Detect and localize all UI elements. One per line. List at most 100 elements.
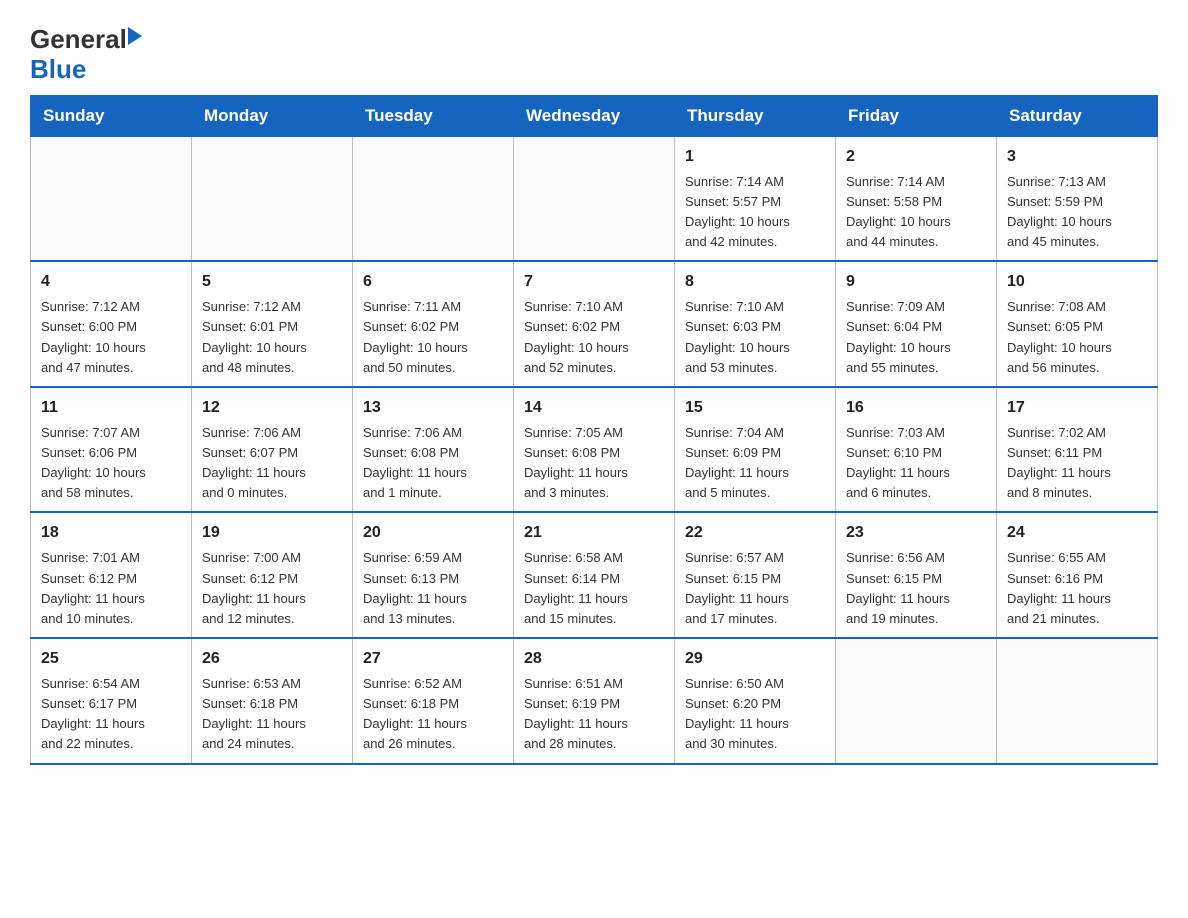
- calendar-week-row: 18 Sunrise: 7:01 AM Sunset: 6:12 PM Dayli…: [31, 512, 1158, 638]
- day-info: Sunrise: 7:10 AM Sunset: 6:03 PM Dayligh…: [685, 297, 825, 378]
- day-info: Sunrise: 7:03 AM Sunset: 6:10 PM Dayligh…: [846, 423, 986, 504]
- day-info: Sunrise: 6:50 AM Sunset: 6:20 PM Dayligh…: [685, 674, 825, 755]
- day-number: 25: [41, 647, 181, 671]
- calendar-cell: 3 Sunrise: 7:13 AM Sunset: 5:59 PM Daylig…: [997, 136, 1158, 261]
- weekday-header-wednesday: Wednesday: [514, 95, 675, 136]
- calendar-cell: [31, 136, 192, 261]
- day-info: Sunrise: 7:10 AM Sunset: 6:02 PM Dayligh…: [524, 297, 664, 378]
- day-number: 7: [524, 270, 664, 294]
- calendar-cell: 14 Sunrise: 7:05 AM Sunset: 6:08 PM Dayli…: [514, 387, 675, 513]
- day-number: 26: [202, 647, 342, 671]
- day-info: Sunrise: 7:01 AM Sunset: 6:12 PM Dayligh…: [41, 548, 181, 629]
- day-number: 13: [363, 396, 503, 420]
- calendar-cell: 15Sunrise: 7:04 AM Sunset: 6:09 PM Dayli…: [675, 387, 836, 513]
- day-number: 27: [363, 647, 503, 671]
- calendar-cell: 6 Sunrise: 7:11 AM Sunset: 6:02 PM Daylig…: [353, 261, 514, 387]
- calendar-cell: 5 Sunrise: 7:12 AM Sunset: 6:01 PM Daylig…: [192, 261, 353, 387]
- day-number: 23: [846, 521, 986, 545]
- day-number: 8: [685, 270, 825, 294]
- calendar-cell: 25Sunrise: 6:54 AM Sunset: 6:17 PM Dayli…: [31, 638, 192, 764]
- calendar-cell: 8 Sunrise: 7:10 AM Sunset: 6:03 PM Daylig…: [675, 261, 836, 387]
- calendar-cell: [514, 136, 675, 261]
- day-info: Sunrise: 7:06 AM Sunset: 6:07 PM Dayligh…: [202, 423, 342, 504]
- day-number: 24: [1007, 521, 1147, 545]
- calendar-cell: 4 Sunrise: 7:12 AM Sunset: 6:00 PM Daylig…: [31, 261, 192, 387]
- day-info: Sunrise: 7:13 AM Sunset: 5:59 PM Dayligh…: [1007, 172, 1147, 253]
- calendar-cell: 21Sunrise: 6:58 AM Sunset: 6:14 PM Dayli…: [514, 512, 675, 638]
- calendar-cell: 27 Sunrise: 6:52 AM Sunset: 6:18 PM Dayli…: [353, 638, 514, 764]
- day-number: 22: [685, 521, 825, 545]
- day-info: Sunrise: 7:04 AM Sunset: 6:09 PM Dayligh…: [685, 423, 825, 504]
- day-number: 6: [363, 270, 503, 294]
- page-header: General Blue: [30, 20, 1158, 85]
- calendar-cell: 22Sunrise: 6:57 AM Sunset: 6:15 PM Dayli…: [675, 512, 836, 638]
- calendar-cell: 29 Sunrise: 6:50 AM Sunset: 6:20 PM Dayli…: [675, 638, 836, 764]
- day-number: 18: [41, 521, 181, 545]
- calendar-cell: 19 Sunrise: 7:00 AM Sunset: 6:12 PM Dayli…: [192, 512, 353, 638]
- day-number: 12: [202, 396, 342, 420]
- weekday-header-tuesday: Tuesday: [353, 95, 514, 136]
- day-number: 2: [846, 145, 986, 169]
- day-number: 9: [846, 270, 986, 294]
- calendar-table: SundayMondayTuesdayWednesdayThursdayFrid…: [30, 95, 1158, 765]
- logo-blue-text: Blue: [30, 54, 86, 84]
- weekday-header-thursday: Thursday: [675, 95, 836, 136]
- weekday-header-friday: Friday: [836, 95, 997, 136]
- logo-arrow-icon: [128, 27, 142, 45]
- calendar-week-row: 25Sunrise: 6:54 AM Sunset: 6:17 PM Dayli…: [31, 638, 1158, 764]
- calendar-week-row: 11 Sunrise: 7:07 AM Sunset: 6:06 PM Dayli…: [31, 387, 1158, 513]
- day-info: Sunrise: 7:09 AM Sunset: 6:04 PM Dayligh…: [846, 297, 986, 378]
- day-number: 3: [1007, 145, 1147, 169]
- day-number: 17: [1007, 396, 1147, 420]
- day-number: 14: [524, 396, 664, 420]
- calendar-cell: 28 Sunrise: 6:51 AM Sunset: 6:19 PM Dayli…: [514, 638, 675, 764]
- calendar-cell: 10Sunrise: 7:08 AM Sunset: 6:05 PM Dayli…: [997, 261, 1158, 387]
- calendar-cell: [836, 638, 997, 764]
- day-number: 11: [41, 396, 181, 420]
- day-info: Sunrise: 6:53 AM Sunset: 6:18 PM Dayligh…: [202, 674, 342, 755]
- day-info: Sunrise: 6:59 AM Sunset: 6:13 PM Dayligh…: [363, 548, 503, 629]
- day-info: Sunrise: 6:56 AM Sunset: 6:15 PM Dayligh…: [846, 548, 986, 629]
- day-number: 1: [685, 145, 825, 169]
- day-number: 5: [202, 270, 342, 294]
- weekday-header-row: SundayMondayTuesdayWednesdayThursdayFrid…: [31, 95, 1158, 136]
- logo: General Blue: [30, 20, 142, 85]
- calendar-cell: 26 Sunrise: 6:53 AM Sunset: 6:18 PM Dayli…: [192, 638, 353, 764]
- day-number: 19: [202, 521, 342, 545]
- day-number: 28: [524, 647, 664, 671]
- day-number: 29: [685, 647, 825, 671]
- day-info: Sunrise: 7:14 AM Sunset: 5:58 PM Dayligh…: [846, 172, 986, 253]
- day-info: Sunrise: 7:12 AM Sunset: 6:00 PM Dayligh…: [41, 297, 181, 378]
- day-info: Sunrise: 7:02 AM Sunset: 6:11 PM Dayligh…: [1007, 423, 1147, 504]
- calendar-cell: [997, 638, 1158, 764]
- day-number: 16: [846, 396, 986, 420]
- day-info: Sunrise: 7:07 AM Sunset: 6:06 PM Dayligh…: [41, 423, 181, 504]
- calendar-cell: [353, 136, 514, 261]
- day-info: Sunrise: 7:14 AM Sunset: 5:57 PM Dayligh…: [685, 172, 825, 253]
- day-info: Sunrise: 6:55 AM Sunset: 6:16 PM Dayligh…: [1007, 548, 1147, 629]
- calendar-cell: 17 Sunrise: 7:02 AM Sunset: 6:11 PM Dayli…: [997, 387, 1158, 513]
- calendar-week-row: 4 Sunrise: 7:12 AM Sunset: 6:00 PM Daylig…: [31, 261, 1158, 387]
- calendar-cell: [192, 136, 353, 261]
- day-info: Sunrise: 7:11 AM Sunset: 6:02 PM Dayligh…: [363, 297, 503, 378]
- day-info: Sunrise: 7:00 AM Sunset: 6:12 PM Dayligh…: [202, 548, 342, 629]
- weekday-header-monday: Monday: [192, 95, 353, 136]
- logo-general-text: General: [30, 25, 127, 55]
- calendar-cell: 11 Sunrise: 7:07 AM Sunset: 6:06 PM Dayli…: [31, 387, 192, 513]
- calendar-cell: 20Sunrise: 6:59 AM Sunset: 6:13 PM Dayli…: [353, 512, 514, 638]
- day-info: Sunrise: 7:12 AM Sunset: 6:01 PM Dayligh…: [202, 297, 342, 378]
- day-info: Sunrise: 7:08 AM Sunset: 6:05 PM Dayligh…: [1007, 297, 1147, 378]
- calendar-cell: 9 Sunrise: 7:09 AM Sunset: 6:04 PM Daylig…: [836, 261, 997, 387]
- weekday-header-sunday: Sunday: [31, 95, 192, 136]
- calendar-cell: 7 Sunrise: 7:10 AM Sunset: 6:02 PM Daylig…: [514, 261, 675, 387]
- calendar-cell: 16 Sunrise: 7:03 AM Sunset: 6:10 PM Dayli…: [836, 387, 997, 513]
- day-info: Sunrise: 6:51 AM Sunset: 6:19 PM Dayligh…: [524, 674, 664, 755]
- calendar-cell: 2 Sunrise: 7:14 AM Sunset: 5:58 PM Daylig…: [836, 136, 997, 261]
- day-info: Sunrise: 7:05 AM Sunset: 6:08 PM Dayligh…: [524, 423, 664, 504]
- day-number: 4: [41, 270, 181, 294]
- day-info: Sunrise: 7:06 AM Sunset: 6:08 PM Dayligh…: [363, 423, 503, 504]
- calendar-cell: 1 Sunrise: 7:14 AM Sunset: 5:57 PM Daylig…: [675, 136, 836, 261]
- day-info: Sunrise: 6:58 AM Sunset: 6:14 PM Dayligh…: [524, 548, 664, 629]
- day-info: Sunrise: 6:52 AM Sunset: 6:18 PM Dayligh…: [363, 674, 503, 755]
- calendar-week-row: 1 Sunrise: 7:14 AM Sunset: 5:57 PM Daylig…: [31, 136, 1158, 261]
